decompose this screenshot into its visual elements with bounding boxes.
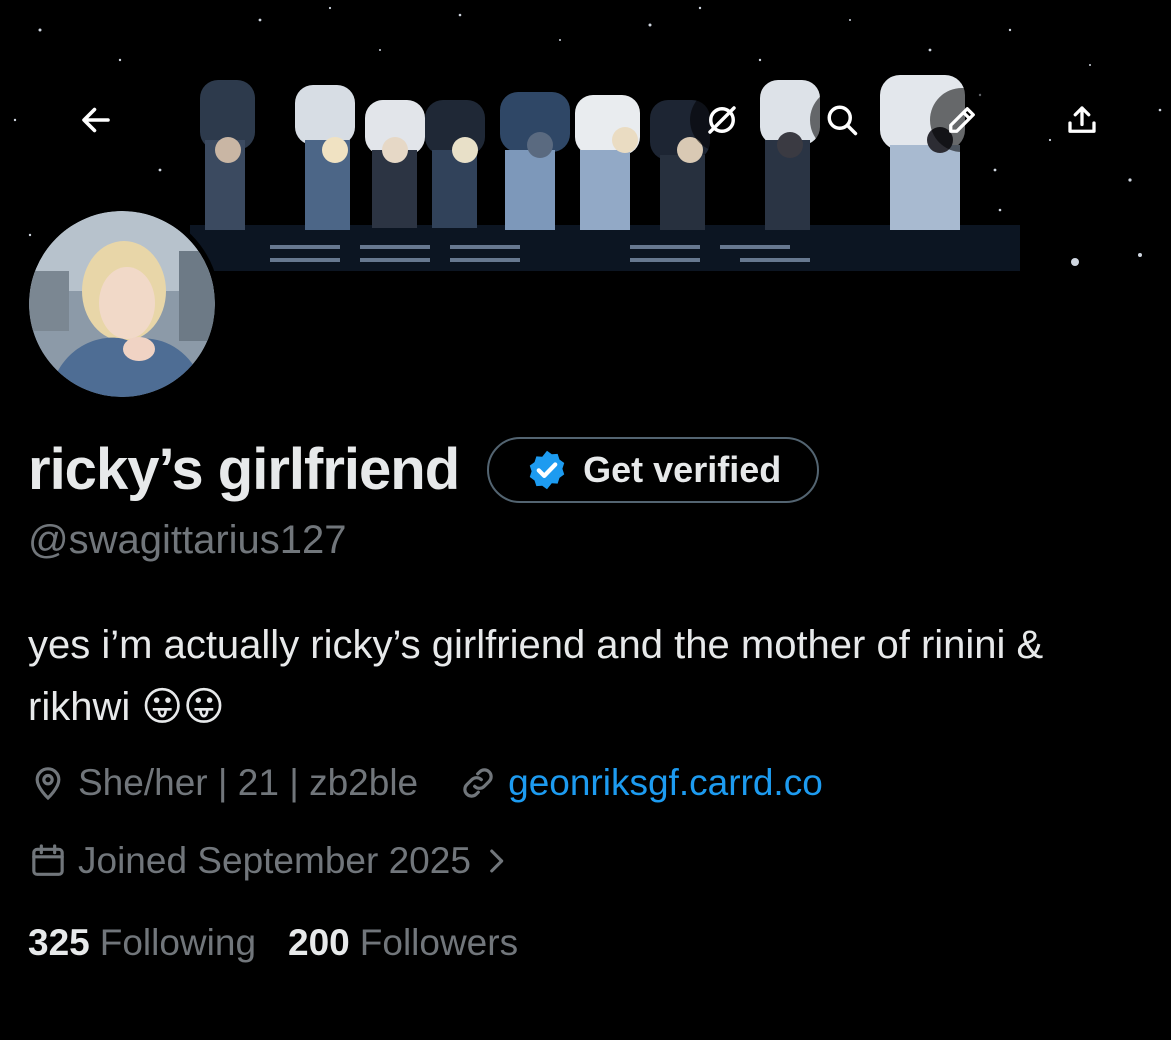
get-verified-button[interactable]: Get verified bbox=[487, 437, 820, 503]
avatar-image bbox=[29, 211, 215, 397]
search-button[interactable] bbox=[810, 88, 874, 152]
link-icon bbox=[463, 768, 493, 798]
grok-icon bbox=[708, 106, 736, 134]
followers-label: Followers bbox=[359, 922, 519, 963]
avatar[interactable] bbox=[24, 206, 220, 402]
location-text: She/her | 21 | zb2ble bbox=[78, 762, 419, 803]
edit-button[interactable] bbox=[930, 88, 994, 152]
profile-meta-row: She/her | 21 | zb2ble geonriksgf.carrd.c… bbox=[28, 762, 823, 804]
pencil-icon bbox=[949, 107, 975, 133]
share-button[interactable] bbox=[1050, 88, 1114, 152]
grok-button[interactable] bbox=[690, 88, 754, 152]
location-pin-icon bbox=[35, 767, 61, 801]
followers-count: 200 bbox=[288, 922, 350, 963]
get-verified-label: Get verified bbox=[583, 449, 782, 490]
bio-text: yes i’m actually ricky’s girlfriend and … bbox=[28, 623, 1044, 729]
share-icon bbox=[1068, 106, 1096, 133]
joined-row[interactable]: Joined September 2025 bbox=[28, 840, 523, 882]
following-stat[interactable]: 325 Following bbox=[28, 922, 256, 964]
chevron-right-icon bbox=[490, 849, 504, 873]
follow-stats: 325 Following 200 Followers bbox=[28, 922, 518, 964]
back-button[interactable] bbox=[64, 88, 128, 152]
following-count: 325 bbox=[28, 922, 90, 963]
verified-badge-icon bbox=[529, 450, 565, 490]
user-handle: @swagittarius127 bbox=[28, 518, 347, 562]
website-link[interactable]: geonriksgf.carrd.co bbox=[508, 762, 823, 804]
search-icon bbox=[827, 105, 858, 136]
calendar-icon bbox=[32, 844, 64, 876]
followers-stat[interactable]: 200 Followers bbox=[288, 922, 518, 964]
display-name: ricky’s girlfriend bbox=[28, 437, 460, 502]
arrow-left-icon bbox=[82, 107, 110, 133]
joined-text: Joined September 2025 bbox=[78, 840, 471, 881]
following-label: Following bbox=[99, 922, 257, 963]
